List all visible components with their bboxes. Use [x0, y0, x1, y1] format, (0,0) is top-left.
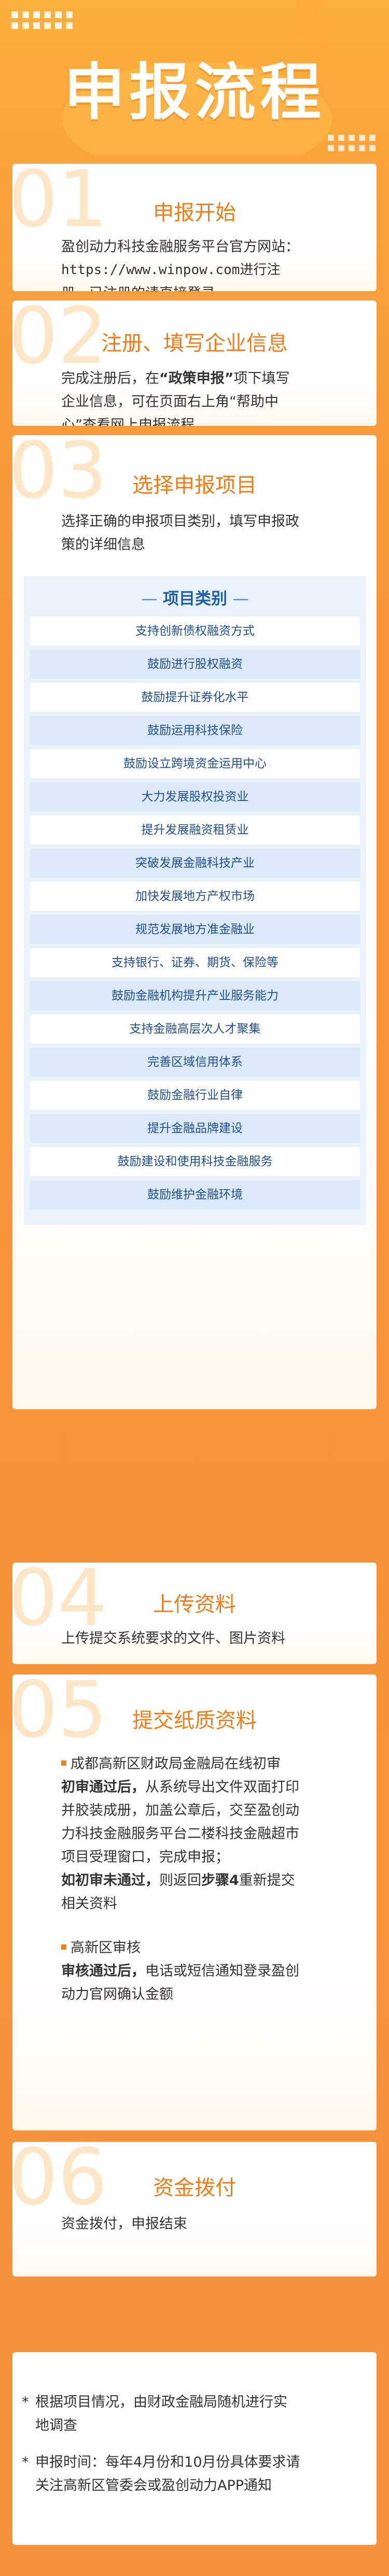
- asterisk-icon: *: [22, 2394, 29, 2410]
- project-type-item: 支持创新债权融资方式: [30, 617, 360, 646]
- step-title: 注册、填写企业信息: [101, 332, 288, 355]
- step-text: 成都高新区财政局金融局在线初审 初审通过后，从系统导出文件双面打印 并胶装成册，…: [61, 1752, 352, 2006]
- step-card-06: 06 资金拨付 资金拨付，申报结束: [12, 2142, 377, 2277]
- page-title: 申报流程: [63, 56, 325, 128]
- text-line: 企业信息，可在页面右上角“帮助中: [61, 394, 279, 410]
- text-line: 册，已注册的请直接登录: [61, 282, 352, 291]
- text-line: 完成注册后，在“政策申报”项下填写: [61, 370, 290, 387]
- step-title: 申报开始: [153, 201, 236, 225]
- step-text: 完成注册后，在“政策申报”项下填写 企业信息，可在页面右上角“帮助中 心”查看网…: [61, 367, 352, 426]
- decor-dots: [11, 11, 73, 29]
- website-link[interactable]: https://www.winpow.com进行注: [61, 259, 352, 282]
- text-line: 初审通过后，从系统导出文件双面打印: [61, 1779, 299, 1795]
- project-type-item: 鼓励设立跨境资金运用中心: [30, 749, 360, 778]
- step-text: 资金拨付，申报结束: [61, 2212, 352, 2236]
- text-line: 选择正确的申报项目类别，填写申报政: [61, 513, 299, 529]
- step-text: 选择正确的申报项目类别，填写申报政 策的详细信息: [61, 510, 352, 556]
- note-item: * 根据项目情况，由财政金融局随机进行实 地调查: [22, 2391, 357, 2437]
- project-type-item: 加快发展地方产权市场: [30, 882, 360, 911]
- step-title: 资金拨付: [153, 2176, 236, 2200]
- project-type-item: 支持金融高层次人才聚集: [30, 1014, 360, 1043]
- step-title: 上传资料: [153, 1593, 236, 1616]
- step-text: 上传提交系统要求的文件、图片资料: [61, 1627, 352, 1650]
- step-card-05: 05 提交纸质资料 成都高新区财政局金融局在线初审 初审通过后，从系统导出文件双…: [12, 1675, 377, 2130]
- bullet-icon: [61, 1944, 66, 1950]
- note-item: * 申报时间：每年4月份和10月份具体要求请 关注高新区管委会或盈创动力APP通…: [22, 2451, 357, 2497]
- text-line: 审核通过后，电话或短信通知登录盈创: [61, 1963, 299, 1979]
- notes-card: * 根据项目情况，由财政金融局随机进行实 地调查 * 申报时间：每年4月份和10…: [12, 2352, 377, 2545]
- text-line: 盈创动力科技金融服务平台官方网站：: [61, 239, 299, 255]
- project-types-title: — 项目类别 —: [141, 590, 249, 608]
- text-line: 如初审未通过，则返回步骤4重新提交: [61, 1872, 295, 1888]
- project-type-item: 完善区域信用体系: [30, 1048, 360, 1077]
- step-title: 选择申报项目: [132, 474, 257, 497]
- section-heading: 高新区审核: [61, 1936, 352, 1959]
- project-type-item: 鼓励维护金融环境: [30, 1180, 360, 1209]
- project-type-item: 提升金融品牌建设: [30, 1114, 360, 1143]
- project-types-panel: — 项目类别 — 支持创新债权融资方式 鼓励进行股权融资 鼓励提升证券化水平 鼓励运用…: [24, 576, 366, 1225]
- asterisk-icon: *: [22, 2454, 29, 2470]
- step-title: 提交纸质资料: [132, 1709, 257, 1733]
- project-type-item: 支持银行、证券、期货、保险等: [30, 948, 360, 977]
- project-type-item: 鼓励运用科技保险: [30, 716, 360, 745]
- project-type-item: 大力发展股权投资业: [30, 782, 360, 811]
- text-line: 资金拨付，申报结束: [61, 2216, 187, 2232]
- project-type-item: 鼓励金融机构提升产业服务能力: [30, 981, 360, 1010]
- step-card-04: 04 上传资料 上传提交系统要求的文件、图片资料: [12, 1563, 377, 1664]
- decor-dots-right: [328, 135, 376, 151]
- section-heading: 成都高新区财政局金融局在线初审: [61, 1752, 352, 1776]
- project-type-item: 规范发展地方准金融业: [30, 915, 360, 944]
- text-line: 策的详细信息: [61, 537, 145, 553]
- text-line: 心”查看网上申报流程: [61, 417, 195, 426]
- project-type-item: 鼓励建设和使用科技金融服务: [30, 1147, 360, 1176]
- step-card-01: 01 申报开始 盈创动力科技金融服务平台官方网站： https://www.wi…: [12, 164, 377, 291]
- step-card-02: 02 注册、填写企业信息 完成注册后，在“政策申报”项下填写 企业信息，可在页面…: [12, 300, 377, 426]
- project-type-item: 提升发展融资租赁业: [30, 815, 360, 845]
- project-type-item: 鼓励提升证券化水平: [30, 683, 360, 712]
- text-line: 并胶装成册，加盖公章后，交至盈创动: [61, 1802, 299, 1819]
- project-type-item: 鼓励进行股权融资: [30, 650, 360, 679]
- header: 申报流程: [0, 0, 389, 155]
- project-type-item: 鼓励金融行业自律: [30, 1081, 360, 1110]
- text-line: 上传提交系统要求的文件、图片资料: [61, 1630, 285, 1647]
- text-line: 相关资料: [61, 1896, 117, 1912]
- step-text: 盈创动力科技金融服务平台官方网站： https://www.winpow.com…: [61, 235, 352, 291]
- bullet-icon: [61, 1760, 66, 1766]
- text-line: 动力官网确认金额: [61, 1986, 173, 2002]
- step-card-03: 03 选择申报项目 选择正确的申报项目类别，填写申报政 策的详细信息 — 项目类…: [12, 435, 377, 1409]
- text-line: 项目受理窗口，完成申报；: [61, 1849, 229, 1865]
- project-type-item: 突破发展金融科技产业: [30, 849, 360, 878]
- text-line: 力科技金融服务平台二楼科技金融超市: [61, 1826, 299, 1842]
